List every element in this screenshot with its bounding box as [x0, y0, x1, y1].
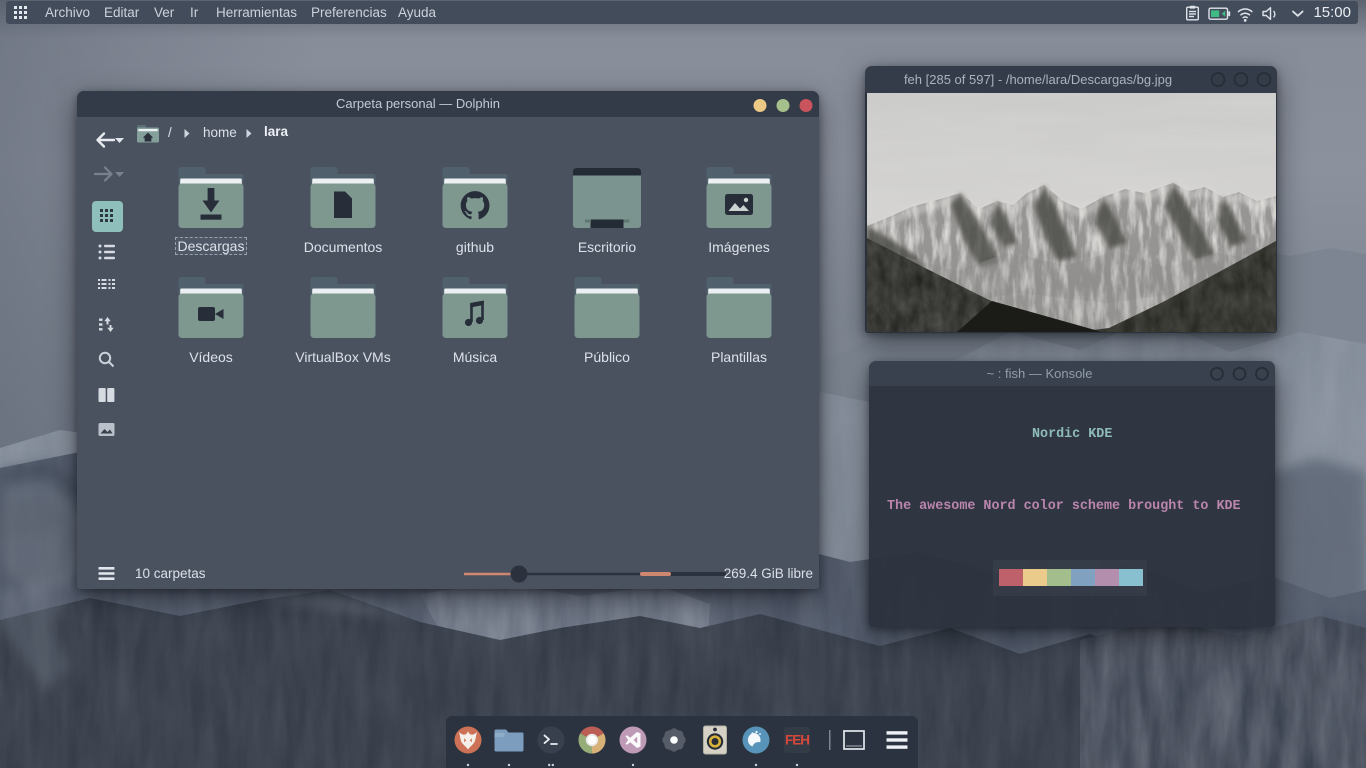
svg-text:FEH: FEH — [785, 733, 809, 748]
